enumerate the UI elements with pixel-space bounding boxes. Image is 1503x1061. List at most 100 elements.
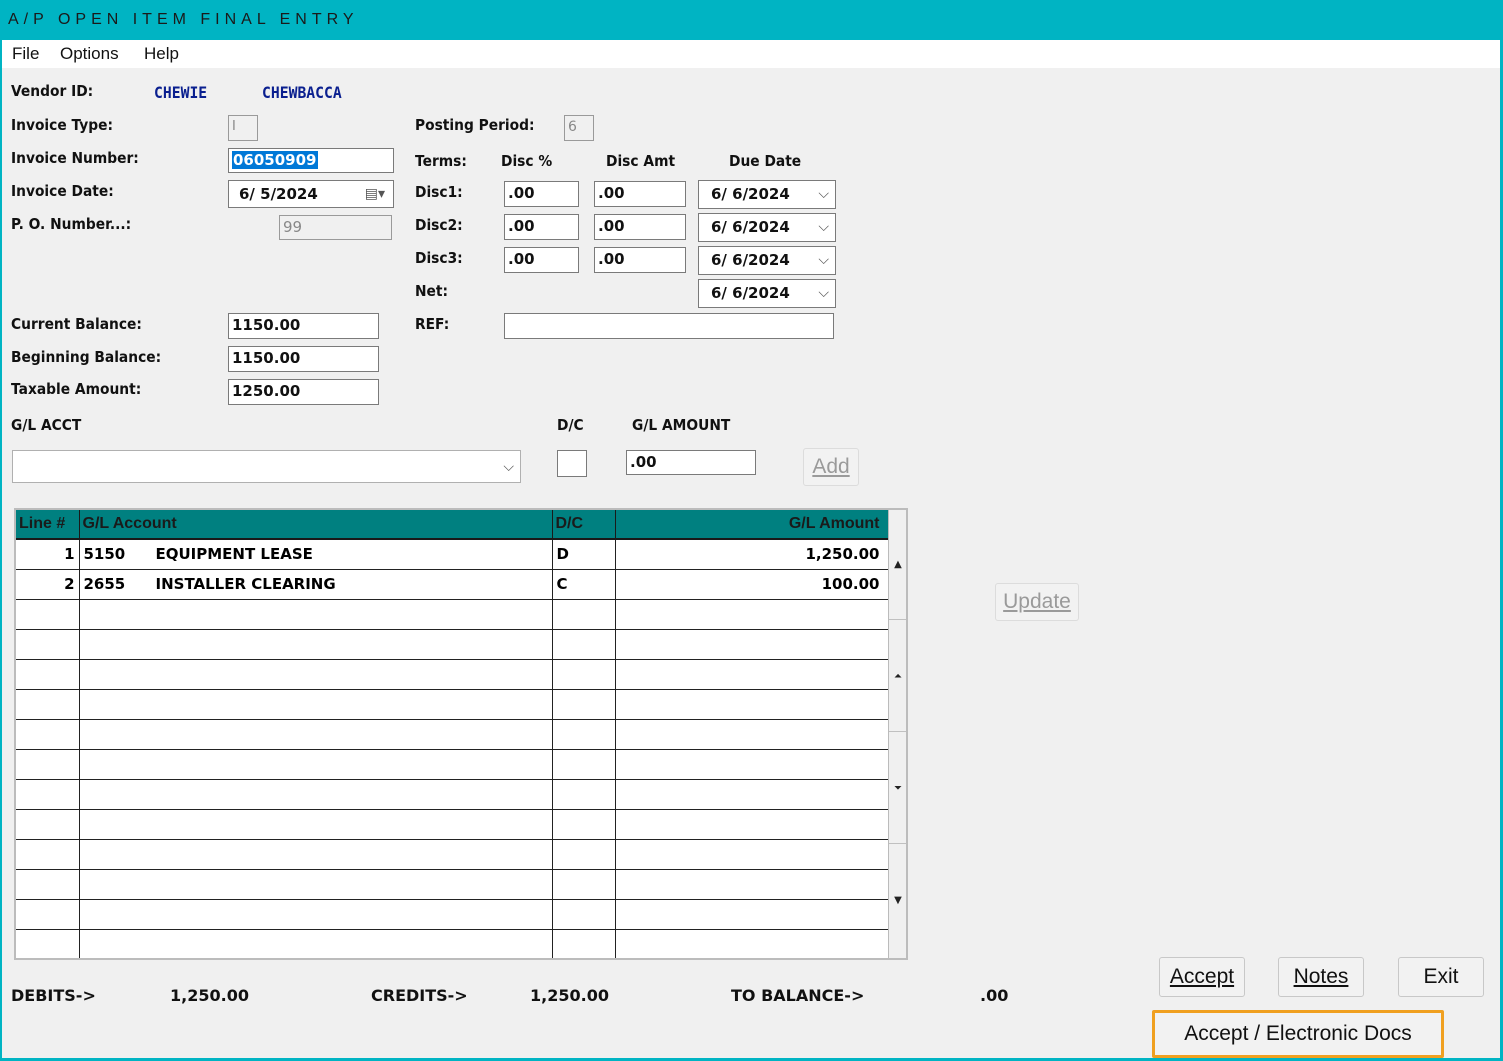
row-account: 2655 INSTALLER CLEARING [79, 569, 553, 600]
table-row[interactable] [16, 929, 889, 958]
ref-label: REF: [415, 315, 450, 333]
row-line: 2 [16, 569, 80, 600]
row-dc: C [552, 569, 616, 600]
po-number-label: P. O. Number...: [11, 215, 132, 233]
gl-lines-grid[interactable]: Line # G/L Account D/C G/L Amount 1 5150… [14, 508, 908, 960]
gl-lines-table: Line # G/L Account D/C G/L Amount 1 5150… [16, 510, 889, 958]
invoice-number-label: Invoice Number: [11, 149, 139, 167]
col-gl-account[interactable]: G/L Account [79, 510, 553, 540]
table-row[interactable] [16, 779, 889, 810]
chevron-down-icon: ⌵ [503, 459, 514, 475]
exit-button[interactable]: Exit [1398, 957, 1484, 997]
page-down-button[interactable]: ⏷ [889, 734, 906, 844]
po-number-field: 99 [279, 215, 392, 240]
disc1-label: Disc1: [415, 183, 463, 201]
disc1-due-date[interactable]: 6/ 6/2024 ⌵ [698, 180, 836, 209]
accept-button-label: Accept [1169, 965, 1235, 988]
ref-field[interactable] [504, 313, 834, 339]
vendor-id: CHEWIE [154, 83, 208, 102]
row-account-code: 2655 [83, 575, 126, 593]
posting-period-field: 6 [564, 115, 594, 141]
arrow-up-icon: ▲ [894, 559, 902, 570]
table-row[interactable] [16, 689, 889, 720]
disc2-pct-field[interactable]: .00 [504, 214, 579, 240]
posting-period-label: Posting Period: [415, 116, 535, 134]
invoice-number-field[interactable]: 06050909 [228, 148, 394, 173]
net-due-date[interactable]: 6/ 6/2024 ⌵ [698, 279, 836, 308]
table-row[interactable]: 1 5150 EQUIPMENT LEASE D 1,250.00 [16, 539, 889, 570]
calendar-icon[interactable]: ▤▾ [365, 181, 385, 207]
table-row[interactable] [16, 599, 889, 630]
terms-label: Terms: [415, 152, 467, 170]
chevron-down-icon: ⌵ [818, 252, 829, 268]
accept-button[interactable]: Accept [1159, 957, 1245, 997]
row-account-desc: EQUIPMENT LEASE [155, 545, 313, 564]
add-button[interactable]: Add [803, 448, 859, 486]
accept-electronic-docs-button[interactable]: Accept / Electronic Docs [1152, 1010, 1444, 1058]
table-row[interactable] [16, 749, 889, 780]
col-gl-amount[interactable]: G/L Amount [615, 510, 889, 540]
update-button-label: Update [1003, 590, 1071, 613]
disc3-amt-field[interactable]: .00 [594, 247, 686, 273]
table-row[interactable] [16, 899, 889, 930]
debits-label: DEBITS-> [11, 986, 96, 1005]
row-line: 1 [16, 539, 80, 570]
table-row[interactable] [16, 809, 889, 840]
credits-value: 1,250.00 [530, 986, 609, 1005]
disc3-label: Disc3: [415, 249, 463, 267]
current-balance-field[interactable]: 1150.00 [228, 313, 379, 339]
vendor-label: Vendor ID: [11, 82, 94, 100]
menu-options[interactable]: Options [60, 44, 119, 64]
gl-amount-field[interactable]: .00 [626, 450, 756, 475]
table-row[interactable] [16, 719, 889, 750]
notes-button-label: Notes [1293, 965, 1349, 988]
scroll-bottom-button[interactable]: ▼ [889, 846, 906, 956]
table-row[interactable] [16, 629, 889, 660]
update-button[interactable]: Update [995, 583, 1079, 621]
disc1-due-value: 6/ 6/2024 [711, 185, 790, 203]
row-amount: 1,250.00 [615, 539, 889, 570]
beginning-balance-label: Beginning Balance: [11, 348, 162, 366]
taxable-amount-field[interactable]: 1250.00 [228, 379, 379, 405]
chevron-down-icon: ⌵ [818, 186, 829, 202]
beginning-balance-field[interactable]: 1150.00 [228, 346, 379, 372]
net-due-value: 6/ 6/2024 [711, 284, 790, 302]
row-account: 5150 EQUIPMENT LEASE [79, 539, 553, 570]
vendor-name: CHEWBACCA [262, 83, 342, 102]
dc-field[interactable] [557, 450, 587, 477]
disc2-due-value: 6/ 6/2024 [711, 218, 790, 236]
menu-file[interactable]: File [12, 44, 39, 64]
current-balance-label: Current Balance: [11, 315, 142, 333]
add-button-label: Add [812, 455, 850, 478]
scroll-top-button[interactable]: ▲ [889, 510, 906, 620]
invoice-type-field: I [228, 115, 258, 141]
notes-button[interactable]: Notes [1278, 957, 1364, 997]
disc2-amt-field[interactable]: .00 [594, 214, 686, 240]
grid-scrollbar[interactable]: ▲ ⏶ ⏷ ▼ [888, 510, 906, 958]
double-arrow-down-icon: ⏷ [894, 783, 902, 794]
disc2-due-date[interactable]: 6/ 6/2024 ⌵ [698, 213, 836, 242]
row-account-desc: INSTALLER CLEARING [155, 575, 336, 593]
to-balance-label: TO BALANCE-> [731, 986, 865, 1005]
col-dc[interactable]: D/C [552, 510, 616, 540]
taxable-amount-label: Taxable Amount: [11, 380, 142, 398]
table-row[interactable] [16, 659, 889, 690]
disc1-pct-field[interactable]: .00 [504, 181, 579, 207]
chevron-down-icon: ⌵ [818, 219, 829, 235]
disc3-pct-field[interactable]: .00 [504, 247, 579, 273]
page-up-button[interactable]: ⏶ [889, 622, 906, 732]
exit-button-label: Exit [1423, 965, 1459, 988]
disc-pct-header: Disc % [501, 152, 553, 170]
invoice-date-field[interactable]: 6/ 5/2024 ▤▾ [228, 180, 394, 208]
disc2-label: Disc2: [415, 216, 463, 234]
gl-acct-combobox[interactable]: ⌵ [12, 450, 521, 483]
invoice-number-value: 06050909 [232, 151, 318, 169]
col-line-number[interactable]: Line # [16, 510, 80, 540]
due-date-header: Due Date [729, 152, 802, 170]
table-row[interactable]: 2 2655 INSTALLER CLEARING C 100.00 [16, 569, 889, 600]
table-row[interactable] [16, 869, 889, 900]
table-row[interactable] [16, 839, 889, 870]
disc3-due-date[interactable]: 6/ 6/2024 ⌵ [698, 246, 836, 275]
disc1-amt-field[interactable]: .00 [594, 181, 686, 207]
menu-help[interactable]: Help [144, 44, 179, 64]
